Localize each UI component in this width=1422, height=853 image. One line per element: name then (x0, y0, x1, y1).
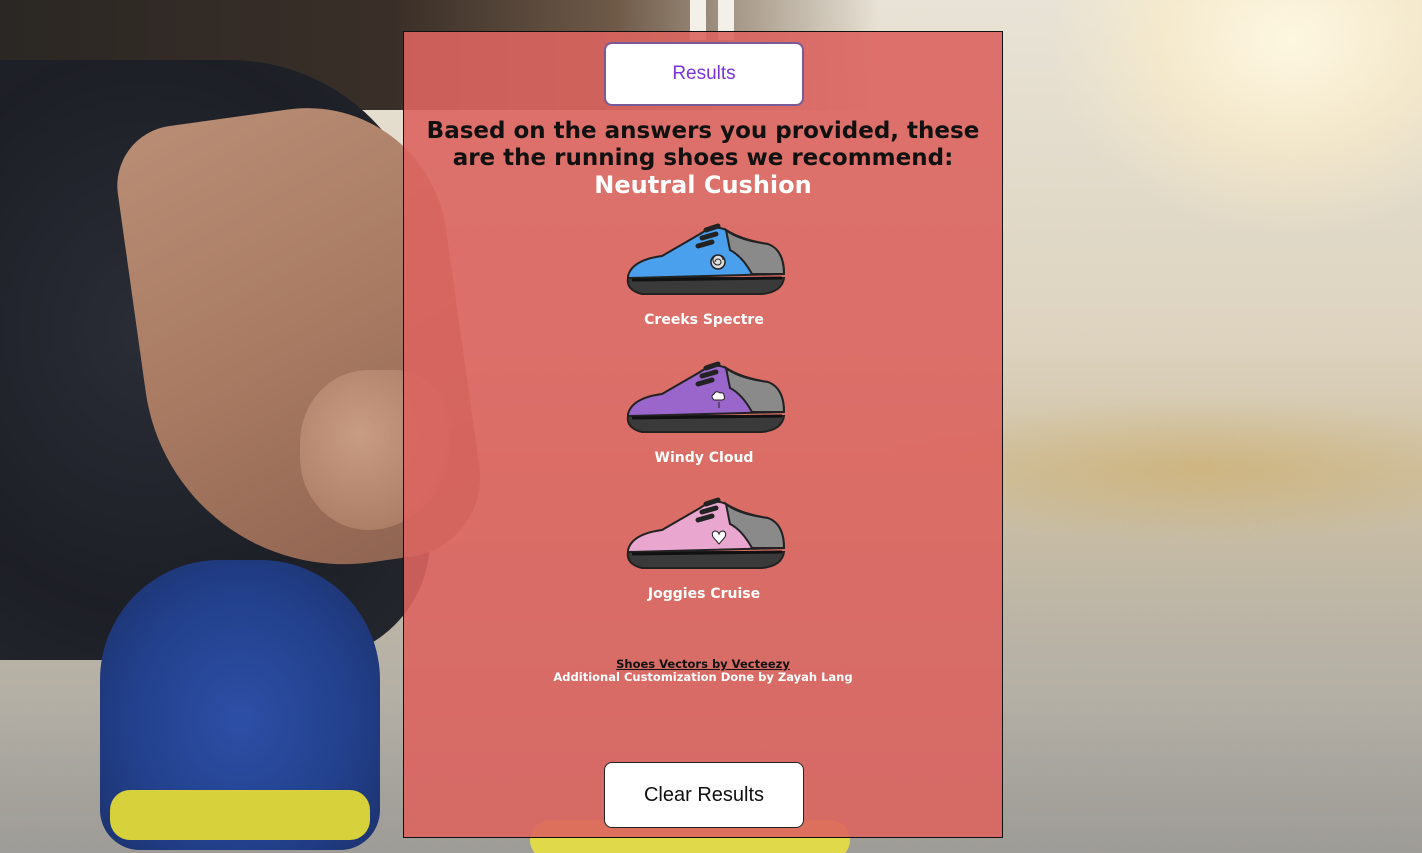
credits: Shoes Vectors by Vecteezy Additional Cus… (414, 658, 992, 684)
shoe-item: Joggies Cruise (604, 490, 804, 602)
clear-results-button[interactable]: Clear Results (604, 762, 804, 828)
shoe-cloud-icon (626, 361, 786, 433)
background-shoe (100, 560, 380, 850)
shoe-item: Creeks Spectre (604, 216, 804, 328)
vecteezy-credit-link[interactable]: Shoes Vectors by Vecteezy (616, 657, 790, 671)
results-card: Results Based on the answers you provide… (403, 31, 1003, 838)
results-title-button[interactable]: Results (604, 42, 804, 106)
shoe-category: Neutral Cushion (594, 171, 812, 199)
shoe-name: Windy Cloud (654, 450, 754, 466)
customization-credit: Additional Customization Done by Zayah L… (553, 670, 853, 684)
background-shoe-sole (110, 790, 370, 840)
results-intro-text: Based on the answers you provided, these… (426, 118, 980, 171)
shoe-item: Windy Cloud (604, 354, 804, 466)
shoe-spiral-icon (626, 223, 786, 295)
background-leg (0, 60, 430, 660)
shoe-name: Joggies Cruise (647, 586, 761, 602)
shoe-name: Creeks Spectre (644, 312, 764, 328)
shoe-heart-icon (626, 497, 786, 569)
